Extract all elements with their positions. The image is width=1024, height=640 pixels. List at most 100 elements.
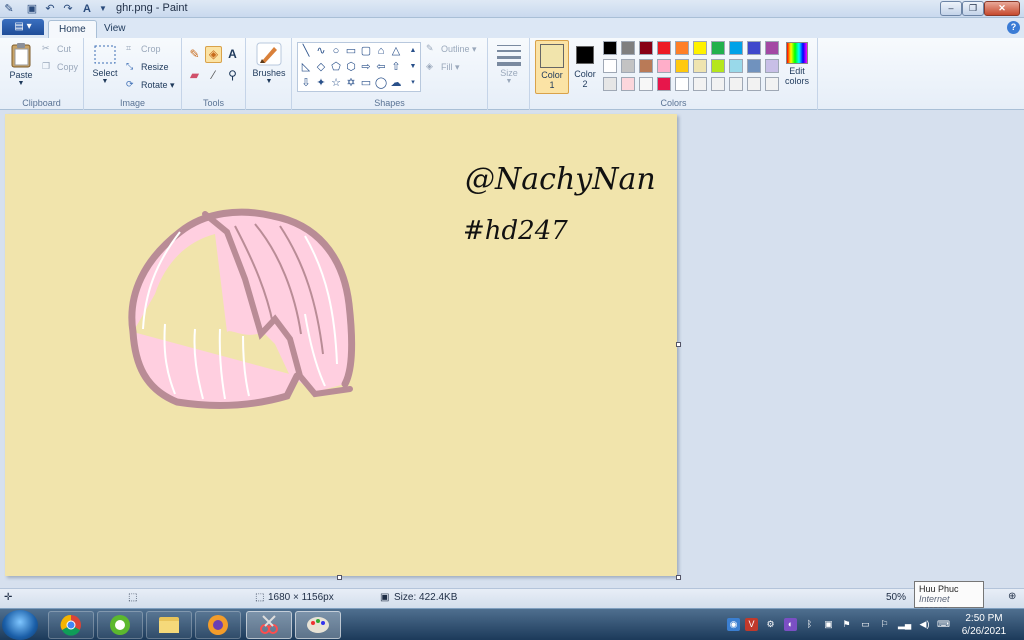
taskbar-snipping[interactable] <box>246 611 292 639</box>
expand-gallery-icon[interactable]: ▾ <box>406 76 420 90</box>
palette-swatch[interactable] <box>675 59 689 73</box>
scroll-up-icon[interactable]: ▲ <box>406 44 420 58</box>
up-arrow-shape-icon[interactable]: ⇧ <box>389 60 403 74</box>
resize-button[interactable]: ⤡ Resize <box>126 61 169 74</box>
rounded-rectangle-shape-icon[interactable]: ▢ <box>359 44 373 58</box>
palette-swatch[interactable] <box>621 77 635 91</box>
undo-icon[interactable]: ↶ <box>43 2 57 16</box>
hexagon-shape-icon[interactable]: ⬡ <box>344 60 358 74</box>
paint-app-icon[interactable]: ✎ <box>2 2 16 16</box>
palette-swatch[interactable] <box>729 77 743 91</box>
tray-purple-icon[interactable]: ◐ <box>784 618 797 631</box>
redo-icon[interactable]: ↷ <box>61 2 75 16</box>
palette-swatch[interactable] <box>639 41 653 55</box>
taskbar-paint[interactable] <box>295 611 341 639</box>
eraser-icon[interactable]: ▰ <box>186 67 203 84</box>
palette-swatch[interactable] <box>693 59 707 73</box>
zoom-in-icon[interactable]: ⊕ <box>1008 591 1016 602</box>
system-clock[interactable]: 2:50 PM 6/26/2021 <box>956 612 1012 638</box>
color1-button[interactable]: Color 1 <box>535 40 569 94</box>
drawing-canvas[interactable]: @NachyNan #hd247 <box>5 114 677 576</box>
palette-swatch[interactable] <box>747 41 761 55</box>
color2-button[interactable]: Color 2 <box>570 40 600 94</box>
maximize-button[interactable]: ❐ <box>962 1 984 16</box>
size-button[interactable]: Size ▼ <box>494 42 524 85</box>
network-icon[interactable]: ▂▄ <box>898 618 911 631</box>
paste-button[interactable]: Paste ▼ <box>6 42 36 87</box>
cloud-callout-shape-icon[interactable]: ☁ <box>389 76 403 90</box>
rectangle-shape-icon[interactable]: ▭ <box>344 44 358 58</box>
tray-app-icon[interactable]: ◉ <box>727 618 740 631</box>
pentagon-shape-icon[interactable]: ⬠ <box>329 60 343 74</box>
curve-shape-icon[interactable]: ∿ <box>314 44 328 58</box>
palette-swatch[interactable] <box>675 41 689 55</box>
palette-swatch[interactable] <box>765 41 779 55</box>
palette-swatch[interactable] <box>675 77 689 91</box>
palette-swatch[interactable] <box>603 41 617 55</box>
tab-home[interactable]: Home <box>48 20 97 38</box>
palette-swatch[interactable] <box>729 41 743 55</box>
palette-swatch[interactable] <box>711 59 725 73</box>
palette-swatch[interactable] <box>765 77 779 91</box>
keyboard-icon[interactable]: ⌨ <box>937 618 950 631</box>
brushes-button[interactable]: Brushes ▼ <box>252 42 286 85</box>
palette-swatch[interactable] <box>657 59 671 73</box>
callout-shape-icon[interactable]: ▭ <box>359 76 373 90</box>
down-arrow-shape-icon[interactable]: ⇩ <box>299 76 313 90</box>
palette-swatch[interactable] <box>693 41 707 55</box>
palette-swatch[interactable] <box>621 41 635 55</box>
paint-menu-button[interactable]: ▤ ▾ <box>2 19 44 35</box>
taskbar-chrome[interactable] <box>48 611 94 639</box>
volume-icon[interactable]: ◀) <box>918 618 931 631</box>
palette-swatch[interactable] <box>639 59 653 73</box>
palette-swatch[interactable] <box>693 77 707 91</box>
palette-swatch[interactable] <box>729 59 743 73</box>
resize-handle-corner[interactable] <box>676 575 681 580</box>
palette-swatch[interactable] <box>711 41 725 55</box>
tray-monitor-icon[interactable]: ▭ <box>859 618 872 631</box>
scroll-down-icon[interactable]: ▼ <box>406 60 420 74</box>
minimize-button[interactable]: – <box>940 1 962 16</box>
six-point-star-shape-icon[interactable]: ✡ <box>344 76 358 90</box>
taskbar-app-green[interactable] <box>97 611 143 639</box>
color-picker-icon[interactable]: ⁄ <box>205 67 222 84</box>
rotate-button[interactable]: ⟳ Rotate ▾ <box>126 79 175 92</box>
start-button[interactable] <box>2 610 38 640</box>
palette-swatch[interactable] <box>765 59 779 73</box>
taskbar-browser[interactable] <box>195 611 241 639</box>
select-button[interactable]: Select ▼ <box>90 44 120 85</box>
bluetooth-icon[interactable]: ᛒ <box>803 618 816 631</box>
palette-swatch[interactable] <box>639 77 653 91</box>
palette-swatch[interactable] <box>747 77 761 91</box>
customize-quick-access-icon[interactable]: ▼ <box>96 2 110 16</box>
tray-vendor-icon[interactable]: V <box>745 618 758 631</box>
palette-swatch[interactable] <box>657 77 671 91</box>
right-arrow-shape-icon[interactable]: ⇨ <box>359 60 373 74</box>
outline-button[interactable]: ✎ Outline ▾ <box>426 43 477 56</box>
text-tool-icon[interactable]: A <box>224 46 241 63</box>
left-arrow-shape-icon[interactable]: ⇦ <box>374 60 388 74</box>
tray-folder-icon[interactable]: ▣ <box>822 618 835 631</box>
resize-handle-right[interactable] <box>676 342 681 347</box>
resize-handle-bottom[interactable] <box>337 575 342 580</box>
triangle-shape-icon[interactable]: △ <box>389 44 403 58</box>
oval-callout-shape-icon[interactable]: ◯ <box>374 76 388 90</box>
line-shape-icon[interactable]: ╲ <box>299 44 313 58</box>
palette-swatch[interactable] <box>603 59 617 73</box>
palette-swatch[interactable] <box>747 59 761 73</box>
palette-swatch[interactable] <box>657 41 671 55</box>
flag-icon[interactable]: ⚑ <box>840 618 853 631</box>
copy-button[interactable]: ❐ Copy <box>42 61 78 74</box>
right-triangle-shape-icon[interactable]: ◺ <box>299 60 313 74</box>
diamond-shape-icon[interactable]: ◇ <box>314 60 328 74</box>
oval-shape-icon[interactable]: ○ <box>329 44 343 58</box>
fill-button[interactable]: ◈ Fill ▾ <box>426 61 460 74</box>
palette-swatch[interactable] <box>603 77 617 91</box>
text-icon[interactable]: A <box>80 2 94 16</box>
four-point-star-shape-icon[interactable]: ✦ <box>314 76 328 90</box>
crop-button[interactable]: ⌗ Crop <box>126 43 161 56</box>
tray-settings-icon[interactable]: ⚙ <box>764 618 777 631</box>
tray-flag2-icon[interactable]: ⚐ <box>878 618 891 631</box>
help-icon[interactable]: ? <box>1007 21 1020 34</box>
cut-button[interactable]: ✂ Cut <box>42 43 71 56</box>
